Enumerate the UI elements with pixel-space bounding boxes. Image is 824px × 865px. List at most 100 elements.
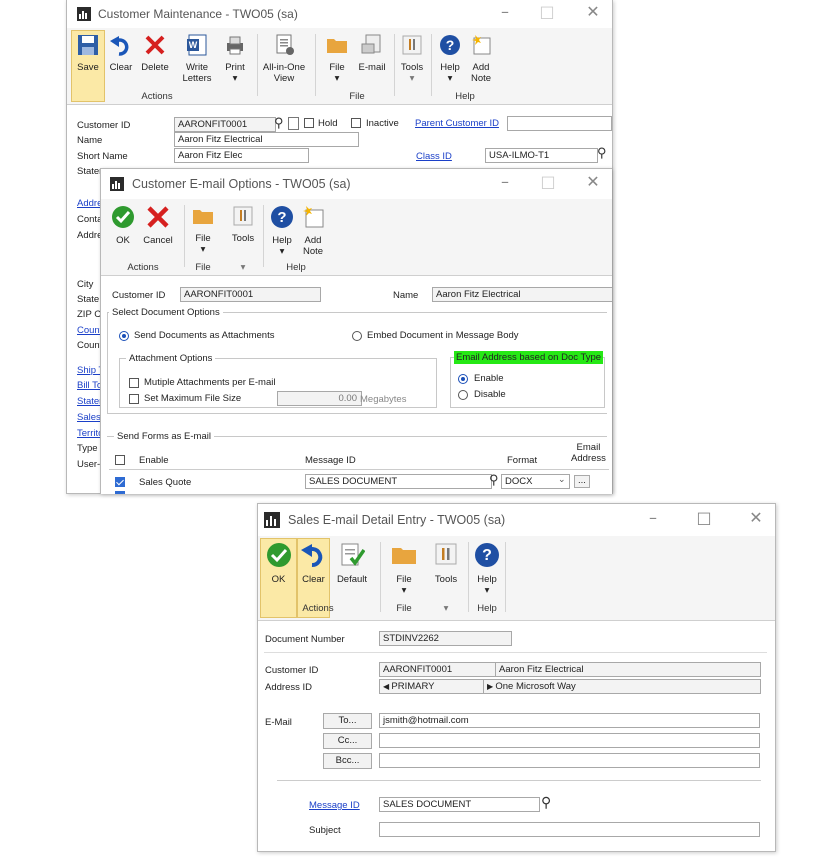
side-label[interactable]: Count [77,325,102,336]
embed-in-body-label: Embed Document in Message Body [367,330,519,341]
row-lookup-icon[interactable]: ⚲ [489,472,499,488]
file-button[interactable]: File ▾ [389,542,419,596]
ok-button[interactable]: OK [109,205,137,246]
help-button[interactable]: ? Help ▾ [267,205,297,257]
subject-field[interactable] [379,822,760,837]
disable-radio[interactable] [458,390,468,400]
max-size-field[interactable]: 0.00 [277,391,362,406]
multiple-attachments-checkbox[interactable] [129,378,139,388]
side-label: Addre [77,230,103,241]
default-document-icon [341,543,366,566]
print-button[interactable]: Print ▾ [220,34,250,84]
class-id-field[interactable]: USA-ILMO-T1 [485,148,598,163]
note-small-icon[interactable] [288,117,299,130]
file-button[interactable]: File ▾ [189,205,217,255]
email-document-icon [361,34,381,54]
add-note-button[interactable]: Add Note [299,205,327,257]
clear-button[interactable]: Clear [107,34,135,73]
message-id-lookup-icon[interactable]: ⚲ [541,794,551,811]
help-button[interactable]: ? Help ▾ [435,34,465,84]
name-field[interactable]: Aaron Fitz Electrical [174,132,359,147]
side-label[interactable]: Addre [77,198,102,209]
to-field[interactable]: jsmith@hotmail.com [379,713,760,728]
write-letters-button[interactable]: W Write Letters [179,34,215,84]
multiple-attachments-label: Mutiple Attachments per E-mail [144,377,276,388]
clear-button[interactable]: Clear [298,542,329,585]
row-email-address-button[interactable]: ... [574,475,590,488]
to-button[interactable]: To... [323,713,372,729]
select-document-options-legend: Select Document Options [109,307,223,318]
help-button[interactable]: ? Help ▾ [472,542,502,596]
side-label: State [77,294,100,305]
enable-radio[interactable] [458,374,468,384]
short-name-field[interactable]: Aaron Fitz Elec [174,148,309,163]
customer-id-label: Customer ID [77,120,131,131]
divider [264,652,767,653]
close-button[interactable]: ✕ [583,172,603,191]
maximize-button[interactable]: □ [537,2,557,21]
title-bar: Customer Maintenance - TWO05 (sa) – □ ✕ [67,0,612,28]
group-label-file: File [349,91,365,102]
maximize-button[interactable]: □ [538,172,558,191]
cc-field[interactable] [379,733,760,748]
hold-label: Hold [318,118,338,129]
minimize-button[interactable]: – [495,2,515,21]
cc-button[interactable]: Cc... [323,733,372,749]
set-max-file-size-checkbox[interactable] [129,394,139,404]
row-enable-checkbox[interactable] [115,477,125,487]
folder-icon [392,548,416,564]
hold-checkbox[interactable] [304,118,314,128]
file-dropdown-icon: ▾ [401,585,407,596]
ok-button[interactable]: OK [262,542,295,585]
embed-in-body-radio[interactable] [352,331,362,341]
customer-email-options-window: Customer E-mail Options - TWO05 (sa) – □… [100,168,612,494]
inactive-checkbox[interactable] [351,118,361,128]
tools-button[interactable]: Tools [430,542,462,585]
tools-button[interactable]: Tools ▾ [397,34,427,84]
message-id-field[interactable]: SALES DOCUMENT [379,797,540,812]
customer-name-field: Aaron Fitz Electrical [495,662,761,677]
message-id-link[interactable]: Message ID [309,800,360,811]
subject-label: Subject [309,825,341,836]
all-in-one-view-button[interactable]: All-in-One View [259,34,309,84]
enable-all-checkbox[interactable] [115,455,125,465]
add-note-button[interactable]: Add Note [467,34,495,84]
help-icon: ? [475,543,499,567]
cancel-button[interactable]: Cancel [141,205,175,246]
group-tools-dropdown-icon: ▾ [240,262,246,273]
help-icon: ? [271,206,293,228]
ribbon: Save Clear Delete W Write Letters Print … [67,28,612,105]
close-button[interactable]: ✕ [583,2,603,21]
class-id-link[interactable]: Class ID [416,151,452,162]
customer-id-field[interactable]: AARONFIT0001 [174,117,276,132]
delete-button[interactable]: Delete [139,34,171,73]
printer-icon [227,36,243,55]
group-label-actions: Actions [302,603,334,614]
class-lookup-icon[interactable]: ⚲ [597,145,607,161]
minimize-button[interactable]: – [495,172,515,191]
email-button[interactable]: E-mail [355,34,389,73]
name-field: Aaron Fitz Electrical [432,287,612,302]
row-form-name: Sales Quote [139,477,192,488]
save-button[interactable]: Save [71,34,105,73]
file-dropdown-icon: ▾ [334,73,340,84]
next-row-checkbox[interactable] [115,491,125,494]
send-as-attachments-radio[interactable] [119,331,129,341]
word-icon: W [187,34,207,56]
parent-customer-id-link[interactable]: Parent Customer ID [415,118,499,129]
side-label[interactable]: Bill To [77,380,102,391]
attachment-options-legend: Attachment Options [126,353,216,364]
parent-customer-id-field[interactable] [507,116,612,131]
col-email-address-header: Email Address [571,442,606,464]
lookup-icon[interactable]: ⚲ [274,115,284,131]
maximize-button[interactable]: □ [694,508,714,527]
tools-button[interactable]: Tools [228,205,258,244]
row-message-id-field[interactable]: SALES DOCUMENT [305,474,492,489]
minimize-button[interactable]: – [643,508,663,527]
default-button[interactable]: Default [332,542,372,585]
megabytes-label: Megabytes [360,394,407,405]
bcc-button[interactable]: Bcc... [323,753,372,769]
file-button[interactable]: File ▾ [323,34,351,84]
bcc-field[interactable] [379,753,760,768]
close-button[interactable]: ✕ [746,508,766,527]
